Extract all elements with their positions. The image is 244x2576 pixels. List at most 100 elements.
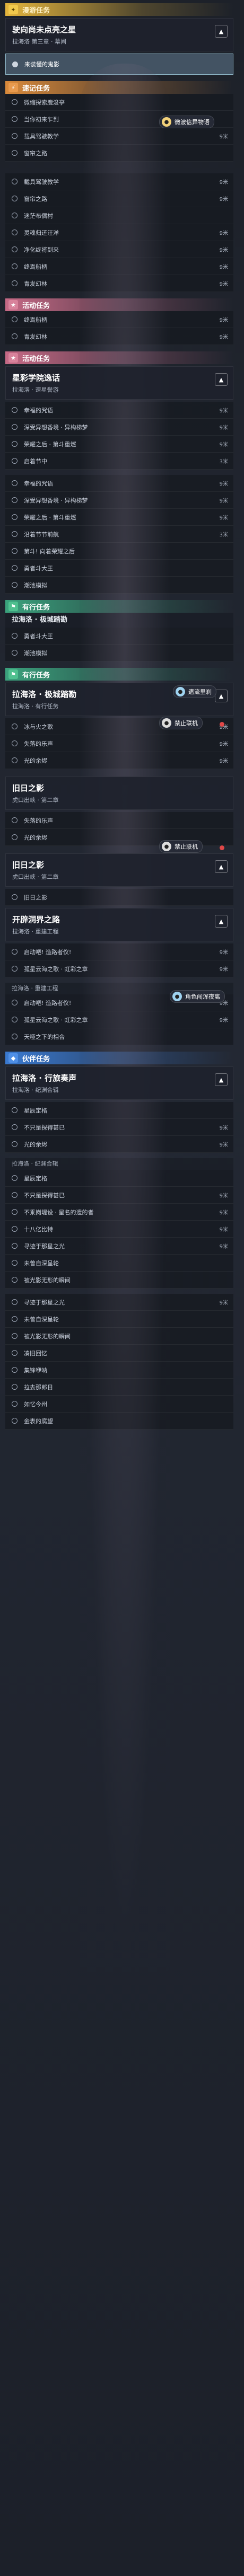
task-status-icon	[12, 99, 18, 105]
task-row[interactable]: 金表的腐望	[5, 1413, 233, 1430]
task-row[interactable]: 失落的乐声	[5, 812, 233, 829]
task-row[interactable]: 灵魂归还汪洋 9米	[5, 224, 233, 241]
section-trial-header[interactable]: ✦ 漫游任务	[5, 3, 233, 16]
task-row[interactable]: 迷茫布偶村	[5, 207, 233, 224]
toast-5[interactable]: ● 角色闯浑夜离	[170, 990, 225, 1003]
task-label: 潮池模拟	[24, 649, 47, 657]
collapse-icon[interactable]: ▲	[215, 915, 228, 928]
toast-3[interactable]: ● 禁止联机	[159, 717, 203, 729]
task-distance: 3米	[219, 459, 228, 465]
collapse-icon[interactable]: ▲	[215, 1073, 228, 1086]
collapse-icon[interactable]: ▲	[215, 860, 228, 873]
section-event-header[interactable]: ★ 活动任务	[5, 298, 233, 311]
shadow-list-2: 旧日之影	[5, 889, 233, 906]
task-row[interactable]: 天哑之下的相合	[5, 1028, 233, 1045]
task-row[interactable]: 勇者斗大王	[5, 628, 233, 645]
main-quest-card[interactable]: 驶向尚未点亮之星 拉海洛 第三章 · 幕间 ▲	[5, 18, 233, 51]
task-row[interactable]: 被光影无形的瞬间	[5, 1272, 233, 1289]
shadow-quest-card-2[interactable]: 旧日之影 虎口出峡 · 第二章 ▲	[5, 853, 233, 887]
task-row[interactable]: 不乘岗堤设 · 星名的遗的者 9米	[5, 1204, 233, 1221]
task-status-icon	[12, 1107, 18, 1113]
task-row[interactable]: 深受异想香境 · 异构梯梦 9米	[5, 492, 233, 509]
section-side2-header[interactable]: ⚑ 有行任务	[5, 668, 233, 681]
task-row[interactable]: 第斗! 向着荣耀之后	[5, 543, 233, 560]
task-row[interactable]: 未曾自深呈轮	[5, 1255, 233, 1272]
task-label: 凑旧回忆	[24, 1349, 47, 1357]
selected-task-row[interactable]: 来装懂的鬼影	[5, 54, 233, 75]
partner-quest-card[interactable]: 拉海洛 · 行旅奏声 拉海洛 · 纪渊合辑 ▲	[5, 1066, 233, 1100]
section-event2-header[interactable]: ★ 活动任务	[5, 351, 233, 364]
task-label: 第斗! 向着荣耀之后	[24, 548, 75, 555]
task-row[interactable]: 星辰定格	[5, 1102, 233, 1119]
task-row[interactable]: 凑旧回忆	[5, 1345, 233, 1362]
partner-list-3: 寻迹于那星之光 9米 未曾自深呈轮 被光影无形的瞬间凑旧回忆集锋咿呐 拉去那郎日 如忆今州…	[5, 1294, 233, 1430]
task-row[interactable]: 微缩探索鹿浚亭	[5, 94, 233, 111]
task-status-icon	[12, 582, 18, 588]
task-label: 启着节中	[24, 457, 47, 465]
shadow-quest-card[interactable]: 旧日之影 虎口出峡 · 第二章	[5, 777, 233, 810]
task-status-icon	[12, 1260, 18, 1266]
task-row[interactable]: 沿着节节前航 3米	[5, 526, 233, 543]
task-row[interactable]: 窗帘之路 9米	[5, 190, 233, 207]
collapse-icon[interactable]: ▲	[215, 25, 228, 38]
task-row[interactable]: 光的余烬 9米	[5, 752, 233, 769]
task-label: 青发幻林	[24, 333, 47, 340]
side-group-title: 拉海洛 · 极城踏勘	[5, 613, 233, 628]
task-row[interactable]: 净化终将到来 9米	[5, 241, 233, 258]
task-row[interactable]: 十八亿比特 9米	[5, 1221, 233, 1238]
task-row[interactable]: 载具驾驶教学 9米	[5, 173, 233, 190]
task-row[interactable]: 潮池模拟	[5, 645, 233, 661]
task-row[interactable]: 荣耀之后 · 第斗重燃 9米	[5, 509, 233, 526]
toast-4[interactable]: ● 禁止联机	[159, 840, 203, 853]
task-row[interactable]: 荣耀之后 · 第斗重燃 9米	[5, 436, 233, 453]
section-daily-header[interactable]: ⚡ 速记任务	[5, 81, 233, 94]
task-row[interactable]: 幸福的咒语 9米	[5, 475, 233, 492]
task-row[interactable]: 青发幻林 9米	[5, 328, 233, 345]
task-row[interactable]: 旧日之影	[5, 889, 233, 906]
task-row[interactable]: 不只是探得甚已 9米	[5, 1187, 233, 1204]
task-row[interactable]: 寻迹于那星之光 9米	[5, 1238, 233, 1255]
task-row[interactable]: 青发幻林 9米	[5, 275, 233, 292]
chat-icon: ●	[162, 117, 171, 127]
task-row[interactable]: 孤星云海之歌 · 虹彩之章 9米	[5, 960, 233, 977]
task-distance: 9米	[219, 231, 228, 236]
task-row[interactable]: 寻迹于那星之光 9米	[5, 1294, 233, 1311]
task-row[interactable]: 载具驾驶教学 9米	[5, 128, 233, 145]
task-row[interactable]: 未曾自深呈轮	[5, 1311, 233, 1328]
task-distance: 9米	[219, 950, 228, 956]
task-label: 孤星云海之歌 · 虹彩之章	[24, 1016, 88, 1024]
task-row[interactable]: 深受异想香境 · 异构梯梦 9米	[5, 419, 233, 436]
task-row[interactable]: 终焉船柄 9米	[5, 258, 233, 275]
task-row[interactable]: 光的余烬 9米	[5, 1136, 233, 1153]
task-row[interactable]: 幸福的咒语 9米	[5, 402, 233, 419]
task-row[interactable]: 集锋咿呐	[5, 1362, 233, 1379]
task-status-icon	[12, 441, 18, 447]
collapse-icon[interactable]: ▲	[215, 690, 228, 702]
collapse-icon[interactable]: ▲	[215, 373, 228, 386]
task-label: 启动吧! 造路者仪!	[24, 948, 72, 956]
task-row[interactable]: 启着节中 3米	[5, 453, 233, 470]
star-icon: ★	[8, 353, 18, 363]
event-quest-card[interactable]: 星彩学院逸话 拉海洛 · 速星誉游 ▲	[5, 366, 233, 400]
task-row[interactable]: 星辰定格	[5, 1170, 233, 1187]
task-row[interactable]: 勇者斗大王	[5, 560, 233, 577]
task-row[interactable]: 被光影无形的瞬间	[5, 1328, 233, 1345]
toast-1[interactable]: ● 微波信异物语	[159, 116, 214, 128]
task-row[interactable]: 不只是探得甚已 9米	[5, 1119, 233, 1136]
open-quest-card[interactable]: 开辟洞界之路 拉海洛 · 重建工程 ▲	[5, 908, 233, 941]
task-row[interactable]: 潮池模拟	[5, 577, 233, 594]
section-partner-header[interactable]: ◆ 伙伴任务	[5, 1052, 233, 1064]
task-label: 孤星云海之歌 · 虹彩之章	[24, 965, 88, 973]
task-row[interactable]: 拉去那郎日	[5, 1379, 233, 1396]
task-row[interactable]: 窗帘之路	[5, 145, 233, 162]
task-row[interactable]: 孤星云海之歌 · 虹彩之章 9米	[5, 1011, 233, 1028]
section-side-header[interactable]: ⚑ 有行任务	[5, 600, 233, 613]
chat-icon: ●	[172, 992, 182, 1001]
task-row[interactable]: 如忆今州	[5, 1396, 233, 1413]
toast-2[interactable]: ● 遗流里刹	[173, 685, 216, 698]
task-status-icon	[12, 1401, 18, 1407]
task-row[interactable]: 终焉船柄 9米	[5, 311, 233, 328]
task-row[interactable]: 启动吧! 造路者仪! 9米	[5, 943, 233, 960]
task-row[interactable]: 失落的乐声 9米	[5, 735, 233, 752]
task-status-icon	[12, 740, 18, 746]
